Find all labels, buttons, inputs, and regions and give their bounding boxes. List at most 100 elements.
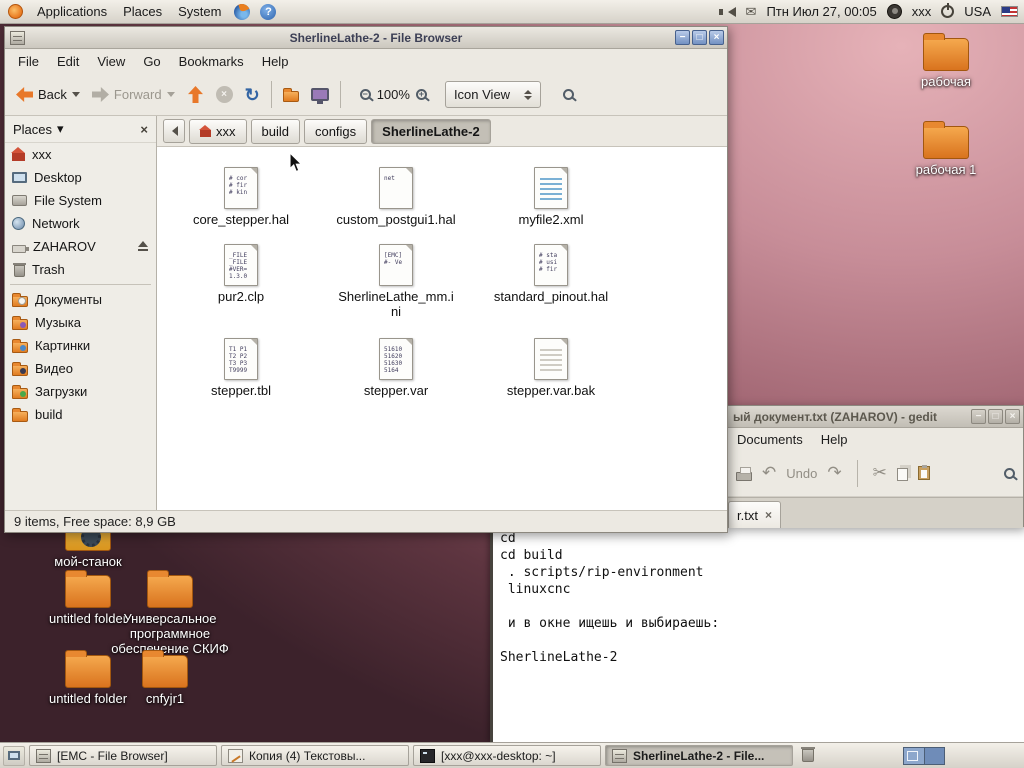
firefox-icon[interactable] [234,3,251,20]
menu-system[interactable]: System [170,1,229,22]
mail-icon[interactable]: ✉ [746,4,757,20]
distro-logo-icon[interactable] [8,4,23,19]
up-button[interactable] [181,82,210,107]
sidebar-item-music[interactable]: Музыка [5,311,156,334]
menu-places[interactable]: Places [115,1,170,22]
file-item[interactable]: net custom_postgui1.hal [321,167,471,227]
file-item[interactable]: # sta # usi # fir standard_pinout.hal [476,244,626,304]
file-icon [534,338,568,380]
sidebar-item-video[interactable]: Видео [5,357,156,380]
desktop-icon-skif[interactable]: Универсальное программное обеспечение СК… [100,570,240,656]
redo-icon[interactable]: ↷ [827,464,841,481]
flag-icon[interactable] [1001,6,1018,17]
user-switcher-icon[interactable] [886,4,902,19]
minimize-button[interactable]: − [675,30,690,45]
file-item[interactable]: [EMC] #- Ve SherlineLathe_mm.ini [321,244,471,319]
file-name: standard_pinout.hal [493,289,609,304]
file-browser-window-title: SherlineLathe-2 - File Browser [289,30,463,45]
power-icon[interactable] [941,3,955,18]
menu-help[interactable]: Help [812,430,857,449]
task-button-gedit[interactable]: Копия (4) Текстовы... [221,745,409,766]
gedit-titlebar[interactable]: ый документ.txt (ZAHAROV) - gedit − □ × [728,406,1023,428]
undo-icon[interactable]: ↶ [762,464,776,481]
keyboard-layout[interactable]: USA [964,4,991,19]
desktop-icon-rabochaya[interactable]: рабочая [901,33,991,89]
sidebar-item-file-system[interactable]: File System [5,189,156,212]
sidebar-item-xxx[interactable]: xxx [5,143,156,166]
file-item[interactable]: T1 P1 T2 P2 T3 P3 T9999 stepper.tbl [166,338,316,398]
search-button[interactable] [557,84,580,105]
sidebar-item-documents[interactable]: Документы [5,288,156,311]
menu-file[interactable]: File [9,51,48,72]
file-item[interactable]: myfile2.xml [476,167,626,227]
stop-button[interactable]: × [210,81,239,108]
close-button[interactable]: × [709,30,724,45]
reload-button[interactable]: ↻ [239,82,266,108]
sidebar-item-network[interactable]: Network [5,212,156,235]
maximize-button[interactable]: □ [988,409,1003,424]
menu-applications[interactable]: Applications [29,1,115,22]
menu-edit[interactable]: Edit [48,51,88,72]
task-button-terminal[interactable]: [xxx@xxx-desktop: ~] [413,745,601,766]
username[interactable]: xxx [912,4,932,19]
task-button-sherlinelathe-file-browser[interactable]: SherlineLathe-2 - File... [605,745,793,766]
computer-button[interactable] [305,83,335,106]
copy-icon[interactable] [896,468,908,481]
clock[interactable]: Птн Июл 27, 00:05 [766,4,876,19]
path-button-xxx[interactable]: xxx [189,118,247,144]
help-icon[interactable]: ? [260,3,277,20]
volume-icon[interactable] [718,6,736,17]
view-mode-select[interactable]: Icon View [444,81,542,108]
sidebar-item-pictures[interactable]: Картинки [5,334,156,357]
home-button[interactable] [277,82,305,107]
gedit-tab[interactable]: r.txt × [728,501,781,528]
show-desktop-button[interactable] [3,745,25,766]
back-button[interactable]: Back [10,82,86,107]
file-item[interactable]: _FILE _FILE #VER= 1.3.0 pur2.clp [166,244,316,304]
sidebar-item-downloads[interactable]: Загрузки [5,380,156,403]
places-dropdown[interactable]: Places [13,122,52,137]
print-icon[interactable] [736,466,752,481]
path-button-configs[interactable]: configs [303,118,368,144]
menu-go[interactable]: Go [134,51,169,72]
menu-view[interactable]: View [88,51,134,72]
find-icon[interactable] [1004,467,1015,479]
eject-button[interactable] [137,241,149,252]
menu-documents[interactable]: Documents [728,430,812,449]
sidebar-item-trash[interactable]: Trash [5,258,156,281]
minimize-button[interactable]: − [971,409,986,424]
maximize-button[interactable]: □ [692,30,707,45]
sidebar-item-build[interactable]: build [5,403,156,426]
file-list-area[interactable]: # cor # fir # kin core_stepper.hal net cus… [157,147,727,510]
path-scroll-left-button[interactable] [163,119,185,143]
caret-down-icon[interactable]: ▾ [57,121,64,137]
workspace-1[interactable] [904,748,924,764]
desktop-icon-rabochaya-1[interactable]: рабочая 1 [901,121,991,177]
cut-icon[interactable]: ✂ [873,464,887,481]
path-button-build[interactable]: build [250,118,300,144]
desktop-icon-cnfyjr1[interactable]: cnfyjr1 [120,650,210,706]
file-item[interactable]: 51610 51620 51630 5164 stepper.var [321,338,471,398]
tab-close-icon[interactable]: × [765,508,772,522]
trash-applet-icon[interactable] [801,747,815,762]
file-browser-titlebar[interactable]: SherlineLathe-2 - File Browser − □ × [5,27,727,49]
sidebar-item-zaharov[interactable]: ZAHAROV [5,235,156,258]
terminal-line: linuxcnc [500,582,571,597]
terminal-window[interactable]: cd cd build . scripts/rip-environment li… [490,527,1024,742]
file-item[interactable]: stepper.var.bak [476,338,626,398]
sidebar-item-desktop[interactable]: Desktop [5,166,156,189]
menu-help[interactable]: Help [253,51,298,72]
path-button-sherlinelathe-2[interactable]: SherlineLathe-2 [371,118,491,144]
zoom-in-button[interactable]: + [410,84,433,105]
forward-button[interactable]: Forward [86,82,181,107]
sidebar-close-icon[interactable]: × [140,122,148,137]
close-button[interactable]: × [1005,409,1020,424]
chevron-down-icon[interactable] [71,92,80,101]
task-button-emc-file-browser[interactable]: [EMC - File Browser] [29,745,217,766]
sidebar-separator [10,284,151,285]
menu-bookmarks[interactable]: Bookmarks [170,51,253,72]
workspace-2[interactable] [924,748,944,764]
zoom-out-button[interactable]: − [354,84,377,105]
paste-icon[interactable] [917,465,930,480]
